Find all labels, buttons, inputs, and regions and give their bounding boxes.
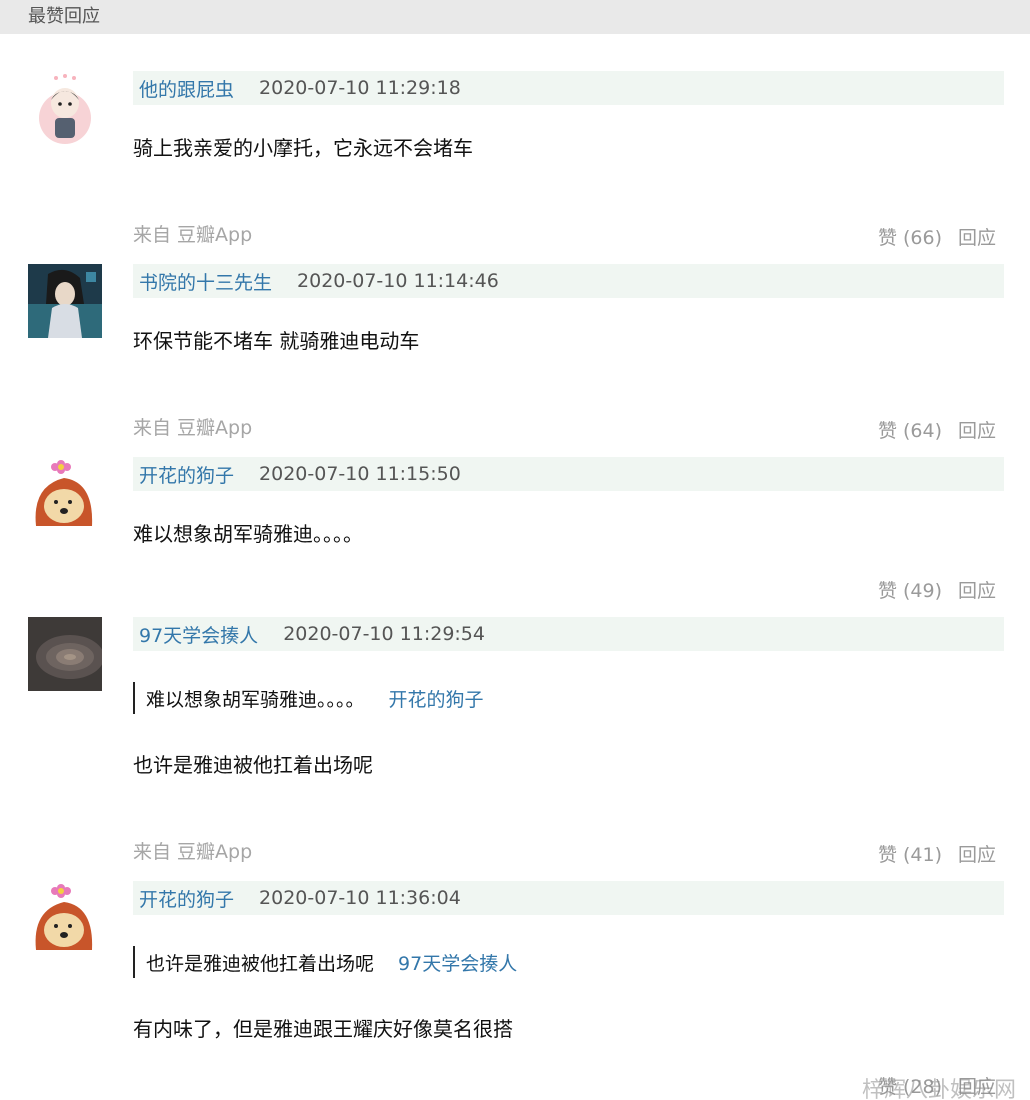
comment-text: 骑上我亲爱的小摩托，它永远不会堵车: [133, 136, 473, 160]
avatar[interactable]: [28, 617, 102, 691]
reply-button[interactable]: 回应: [958, 580, 996, 602]
comment-time: 2020-07-10 11:36:04: [259, 887, 461, 909]
source-app: 豆瓣App: [177, 224, 253, 246]
avatar[interactable]: [28, 456, 102, 530]
comment-actions: 赞 (49) 回应: [878, 576, 996, 603]
comment-meta: 书院的十三先生 2020-07-10 11:14:46: [133, 264, 1004, 298]
comment-meta: 开花的狗子 2020-07-10 11:15:50: [133, 457, 1004, 491]
comment-author-link[interactable]: 他的跟屁虫: [139, 75, 234, 102]
comment-text: 难以想象胡军骑雅迪。。。。: [133, 522, 363, 546]
like-button[interactable]: 赞 (49): [878, 580, 942, 602]
comment-source: 来自 豆瓣App: [133, 220, 252, 247]
source-prefix: 来自: [133, 841, 172, 863]
source-app: 豆瓣App: [177, 417, 253, 439]
comment-actions: 赞 (64) 回应: [878, 416, 996, 443]
source-prefix: 来自: [133, 224, 172, 246]
comment-source: 来自 豆瓣App: [133, 413, 252, 440]
comment-meta: 开花的狗子 2020-07-10 11:36:04: [133, 881, 1004, 915]
comment-time: 2020-07-10 11:14:46: [297, 270, 499, 292]
quoted-reply: 难以想象胡军骑雅迪。。。。 开花的狗子: [133, 682, 484, 714]
comment-time: 2020-07-10 11:29:18: [259, 77, 461, 99]
comment-text: 也许是雅迪被他扛着出场呢: [133, 753, 373, 777]
quote-author-link[interactable]: 97天学会揍人: [398, 949, 517, 976]
comment-author-link[interactable]: 开花的狗子: [139, 461, 234, 488]
comment-actions: 赞 (41) 回应: [878, 840, 996, 867]
comment-author-link[interactable]: 书院的十三先生: [139, 268, 272, 295]
quote-author-link[interactable]: 开花的狗子: [389, 685, 484, 712]
comment-source: 来自 豆瓣App: [133, 837, 252, 864]
reply-button[interactable]: 回应: [958, 420, 996, 442]
comment-text: 环保节能不堵车 就骑雅迪电动车: [133, 329, 420, 353]
reply-button[interactable]: 回应: [958, 844, 996, 866]
reply-button[interactable]: 回应: [958, 227, 996, 249]
avatar[interactable]: [28, 70, 102, 144]
avatar-doge-flower-icon: [28, 880, 102, 954]
quote-text: 也许是雅迪被他扛着出场呢: [146, 952, 375, 975]
comment-meta: 97天学会揍人 2020-07-10 11:29:54: [133, 617, 1004, 651]
comment-time: 2020-07-10 11:15:50: [259, 463, 461, 485]
watermark: 梓辉八卦娱乐网: [861, 1078, 1016, 1100]
avatar-texture-icon: [28, 617, 102, 691]
avatar[interactable]: [28, 264, 102, 338]
comment-text: 有内味了，但是雅迪跟王耀庆好像莫名很搭: [133, 1017, 513, 1041]
comment-time: 2020-07-10 11:29:54: [283, 623, 485, 645]
avatar[interactable]: [28, 880, 102, 954]
quote-text: 难以想象胡军骑雅迪。。。。: [146, 688, 365, 711]
like-button[interactable]: 赞 (66): [878, 227, 942, 249]
avatar-anime-icon: [28, 264, 102, 338]
avatar-doge-flower-icon: [28, 456, 102, 530]
avatar-boy-icon: [28, 70, 102, 144]
comment-meta: 他的跟屁虫 2020-07-10 11:29:18: [133, 71, 1004, 105]
comment-actions: 赞 (66) 回应: [878, 223, 996, 250]
source-app: 豆瓣App: [177, 841, 253, 863]
section-header-top-replies: 最赞回应: [0, 0, 1030, 34]
like-button[interactable]: 赞 (64): [878, 420, 942, 442]
source-prefix: 来自: [133, 417, 172, 439]
comment-author-link[interactable]: 97天学会揍人: [139, 621, 258, 648]
comment-author-link[interactable]: 开花的狗子: [139, 885, 234, 912]
like-button[interactable]: 赞 (41): [878, 844, 942, 866]
quoted-reply: 也许是雅迪被他扛着出场呢 97天学会揍人: [133, 946, 517, 978]
